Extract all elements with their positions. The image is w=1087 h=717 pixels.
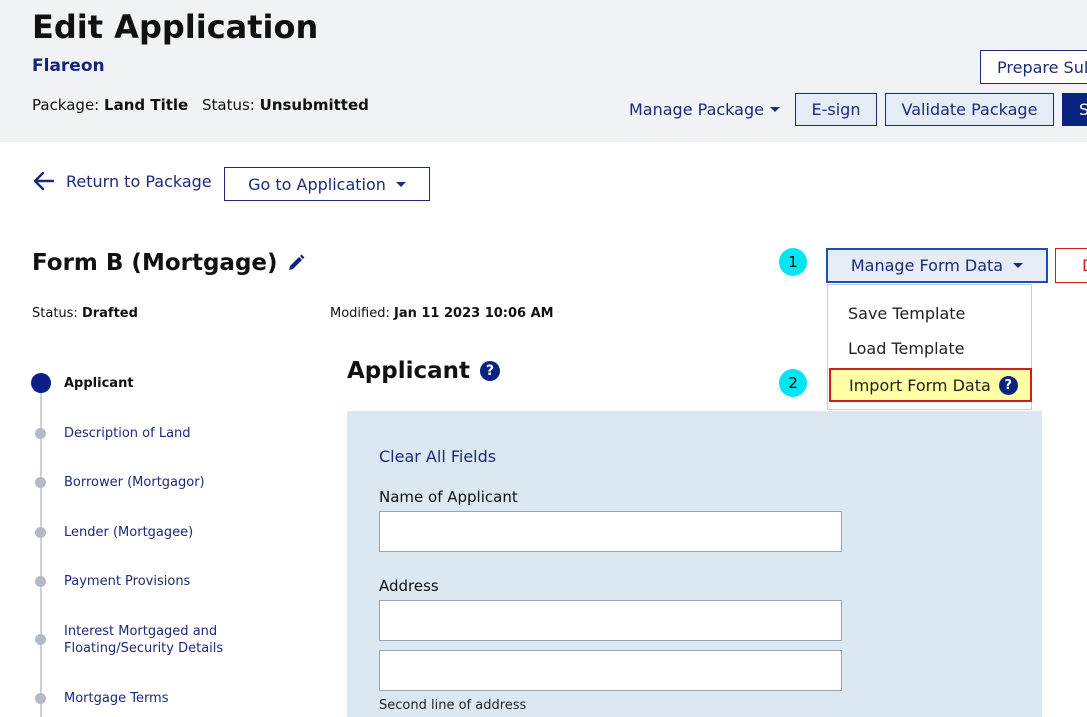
status-label: Status: <box>202 96 255 114</box>
package-info: Package: Land Title <box>32 96 188 114</box>
go-to-application-dropdown[interactable]: Go to Application <box>224 167 430 201</box>
form-modified-label: Modified: <box>330 306 390 321</box>
esign-button[interactable]: E-sign <box>795 93 877 126</box>
address-line-1-input[interactable] <box>379 600 842 641</box>
chevron-down-icon <box>1013 263 1024 268</box>
step-dot <box>35 693 46 704</box>
section-title: Applicant <box>347 358 471 384</box>
section-title-row: Applicant ? <box>347 358 501 384</box>
chevron-down-icon <box>769 107 780 112</box>
manage-form-data-label: Manage Form Data <box>850 256 1004 275</box>
step-lender[interactable]: Lender (Mortgagee) <box>64 524 193 541</box>
menu-item-import-form-data[interactable]: Import Form Data ? <box>829 368 1032 402</box>
menu-item-load-template[interactable]: Load Template <box>848 339 964 358</box>
validate-package-button[interactable]: Validate Package <box>885 93 1054 126</box>
form-status: Status: Drafted <box>32 306 138 321</box>
delete-form-button[interactable]: D <box>1055 248 1087 283</box>
go-to-application-label: Go to Application <box>248 174 386 194</box>
page-title: Edit Application <box>32 8 319 46</box>
applicant-name: Flareon <box>32 56 105 76</box>
step-payment-provisions[interactable]: Payment Provisions <box>64 573 190 590</box>
step-applicant[interactable]: Applicant <box>64 375 134 392</box>
annotation-badge-2: 2 <box>779 369 807 397</box>
name-of-applicant-label: Name of Applicant <box>379 488 518 506</box>
manage-form-data-menu: Save Template Load Template Import Form … <box>827 284 1032 410</box>
arrow-left-icon <box>33 171 54 191</box>
step-interest-mortgaged[interactable]: Interest Mortgaged and Floating/Security… <box>64 623 264 657</box>
pencil-icon[interactable] <box>286 253 306 273</box>
form-status-label: Status: <box>32 306 78 321</box>
import-form-data-label: Import Form Data <box>849 375 991 395</box>
clear-all-fields-link[interactable]: Clear All Fields <box>379 447 496 466</box>
form-status-value: Drafted <box>81 306 138 321</box>
step-borrower[interactable]: Borrower (Mortgagor) <box>64 474 205 491</box>
step-description-of-land[interactable]: Description of Land <box>64 425 191 442</box>
form-modified: Modified: Jan 11 2023 10:06 AM <box>330 306 554 321</box>
manage-form-data-dropdown[interactable]: Manage Form Data <box>826 248 1048 283</box>
return-to-package-link[interactable]: Return to Package <box>32 171 212 191</box>
step-dot <box>35 576 46 587</box>
help-icon[interactable]: ? <box>480 361 501 381</box>
step-dot <box>35 428 46 439</box>
package-label: Package: <box>32 96 100 114</box>
form-title: Form B (Mortgage) <box>32 250 278 276</box>
menu-item-save-template[interactable]: Save Template <box>848 304 965 323</box>
step-dot <box>35 477 46 488</box>
form-modified-value: Jan 11 2023 10:06 AM <box>394 306 554 321</box>
submit-button[interactable]: S <box>1062 93 1087 126</box>
chevron-down-icon <box>395 181 406 187</box>
manage-package-dropdown[interactable]: Manage Package <box>629 100 780 119</box>
address-line-2-input[interactable] <box>379 650 842 691</box>
annotation-badge-1: 1 <box>779 248 807 276</box>
step-dot <box>35 634 46 645</box>
return-label: Return to Package <box>66 171 212 191</box>
prepare-submission-button[interactable]: Prepare Sul <box>980 50 1087 84</box>
package-value: Land Title <box>104 96 189 114</box>
step-mortgage-terms[interactable]: Mortgage Terms <box>64 690 169 707</box>
name-of-applicant-input[interactable] <box>379 511 842 552</box>
form-title-row: Form B (Mortgage) <box>32 250 306 276</box>
address-line-2-hint: Second line of address <box>379 698 527 713</box>
address-label: Address <box>379 577 439 595</box>
step-dot <box>35 527 46 538</box>
step-dot-active <box>31 373 51 393</box>
manage-package-label: Manage Package <box>629 100 764 119</box>
package-status: Status: Unsubmitted <box>202 96 369 114</box>
help-icon[interactable]: ? <box>998 375 1018 395</box>
stepper-track <box>40 392 42 717</box>
status-value: Unsubmitted <box>259 96 369 114</box>
